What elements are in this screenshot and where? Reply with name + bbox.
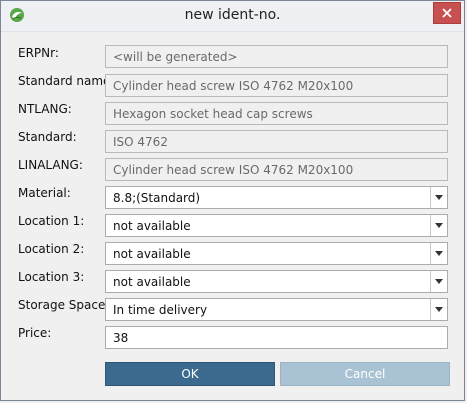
location2-dropdown-button[interactable] <box>430 243 447 264</box>
location1-label: Location 1: <box>18 214 85 228</box>
linalang-field: Cylinder head screw ISO 4762 M20x100 <box>105 158 448 181</box>
close-icon <box>442 8 452 18</box>
linalang-label: LINALANG: <box>18 158 83 172</box>
chevron-down-icon <box>435 251 443 256</box>
ok-button[interactable]: OK <box>105 362 275 386</box>
storage-space-label: Storage Space: <box>18 298 110 312</box>
erpnr-field: <will be generated> <box>105 45 448 68</box>
chevron-down-icon <box>435 223 443 228</box>
erpnr-label: ERPNr: <box>18 46 59 60</box>
form-area: ERPNr: <will be generated> Standard name… <box>1 32 464 400</box>
material-value: 8.8;(Standard) <box>113 190 201 205</box>
material-label: Material: <box>18 186 71 200</box>
material-select[interactable]: 8.8;(Standard) <box>105 186 448 209</box>
ntlang-label: NTLANG: <box>18 102 72 116</box>
ntlang-field: Hexagon socket head cap screws <box>105 102 448 125</box>
title-bar: new ident-no. <box>1 1 464 32</box>
location3-label: Location 3: <box>18 270 85 284</box>
storage-space-select[interactable]: In time delivery <box>105 298 448 321</box>
material-dropdown-button[interactable] <box>430 187 447 208</box>
standard-label: Standard: <box>18 130 77 144</box>
location3-select[interactable]: not available <box>105 270 448 293</box>
chevron-down-icon <box>435 279 443 284</box>
dialog-window: new ident-no. ERPNr: <will be generated>… <box>0 0 465 401</box>
location1-dropdown-button[interactable] <box>430 215 447 236</box>
close-button[interactable] <box>433 2 461 24</box>
price-label: Price: <box>18 326 52 340</box>
location2-label: Location 2: <box>18 242 85 256</box>
standard-field: ISO 4762 <box>105 130 448 153</box>
location3-dropdown-button[interactable] <box>430 271 447 292</box>
cancel-button[interactable]: Cancel <box>280 362 450 386</box>
location1-value: not available <box>113 218 191 233</box>
price-input[interactable]: 38 <box>105 326 448 349</box>
storage-space-value: In time delivery <box>113 302 208 317</box>
location2-select[interactable]: not available <box>105 242 448 265</box>
location2-value: not available <box>113 246 191 261</box>
chevron-down-icon <box>435 307 443 312</box>
location3-value: not available <box>113 274 191 289</box>
window-title: new ident-no. <box>184 7 281 23</box>
standard-name-field: Cylinder head screw ISO 4762 M20x100 <box>105 74 448 97</box>
standard-name-label: Standard name: <box>18 74 115 88</box>
location1-select[interactable]: not available <box>105 214 448 237</box>
storage-space-dropdown-button[interactable] <box>430 299 447 320</box>
chevron-down-icon <box>435 195 443 200</box>
